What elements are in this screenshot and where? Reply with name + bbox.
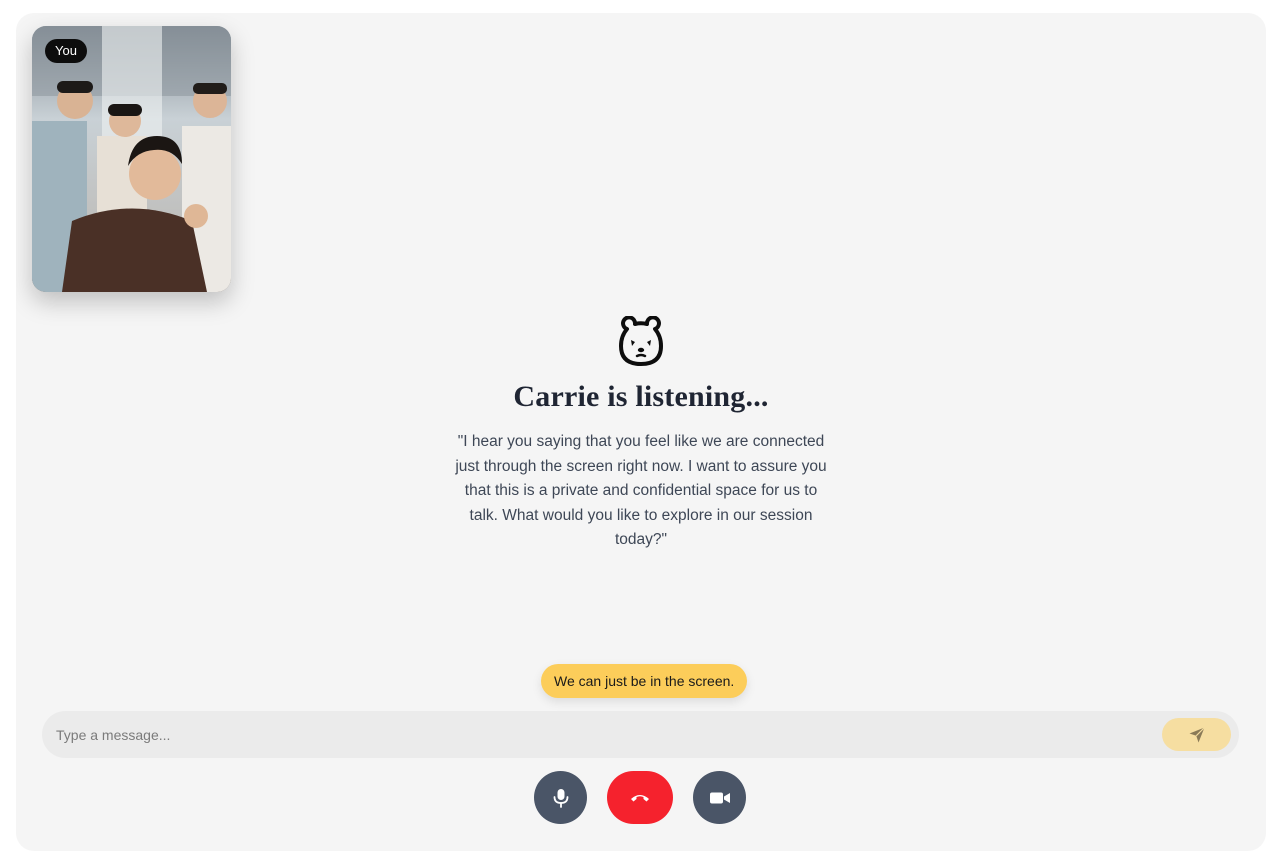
video-camera-icon (709, 792, 730, 803)
microphone-icon (553, 788, 568, 808)
self-video-tile: You (32, 26, 231, 292)
microphone-button[interactable] (534, 771, 587, 824)
message-bar (42, 711, 1239, 758)
send-button[interactable] (1162, 718, 1231, 751)
camera-button[interactable] (693, 771, 746, 824)
end-call-button[interactable] (607, 771, 673, 824)
self-video-image (32, 26, 231, 292)
message-input[interactable] (56, 711, 1156, 758)
assistant-panel: Carrie is listening... "I hear you sayin… (16, 316, 1266, 553)
end-call-icon (631, 794, 649, 801)
suggestion-chip[interactable]: We can just be in the screen. (541, 664, 748, 698)
call-window: You Carrie is listening... "I hear you s… (16, 13, 1266, 851)
self-video-label: You (45, 39, 87, 63)
assistant-status-title: Carrie is listening... (513, 380, 769, 413)
call-controls (534, 771, 746, 824)
send-icon (1189, 726, 1205, 742)
bear-icon (619, 316, 663, 366)
assistant-message: "I hear you saying that you feel like we… (455, 433, 827, 548)
